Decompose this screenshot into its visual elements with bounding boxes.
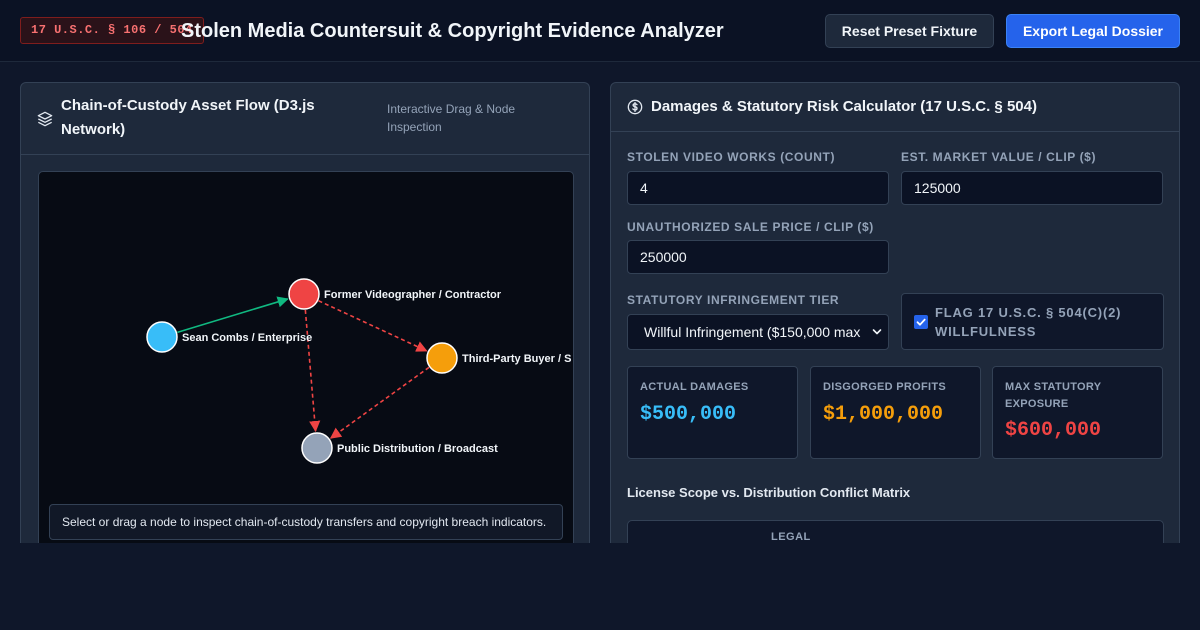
check-icon <box>916 318 926 326</box>
matrix-column-header: LEGAL <box>771 531 811 543</box>
works-count-input[interactable] <box>627 171 889 205</box>
node-circle-videographer[interactable] <box>288 278 320 310</box>
actual-damages-card: ACTUAL DAMAGES $500,000 <box>627 366 798 459</box>
damages-calculator-panel: Damages & Statutory Risk Calculator (17 … <box>610 82 1180 543</box>
conflict-matrix-title: License Scope vs. Distribution Conflict … <box>627 485 911 500</box>
node-circle-public[interactable] <box>301 432 333 464</box>
reset-preset-button[interactable]: Reset Preset Fixture <box>825 14 994 48</box>
damages-panel-title: Damages & Statutory Risk Calculator (17 … <box>651 98 1037 115</box>
edge-videographer-to-public <box>304 309 321 433</box>
node-label-combs: Sean Combs / Enterprise <box>182 332 312 344</box>
market-value-label: EST. MARKET VALUE / CLIP ($) <box>901 150 1097 164</box>
works-count-label: STOLEN VIDEO WORKS (COUNT) <box>627 150 836 164</box>
willfulness-flag-label: FLAG 17 U.S.C. § 504(C)(2) WILLFULNESS <box>935 305 1122 339</box>
damages-panel-header: Damages & Statutory Risk Calculator (17 … <box>611 83 1179 132</box>
willfulness-flag[interactable]: FLAG 17 U.S.C. § 504(C)(2) WILLFULNESS <box>901 293 1164 350</box>
actual-damages-value: $500,000 <box>640 403 737 426</box>
custody-panel-subtitle: Interactive Drag & Node Inspection <box>387 102 516 134</box>
node-circle-buyer[interactable] <box>426 342 458 374</box>
app-title: Stolen Media Countersuit & Copyright Evi… <box>181 20 724 42</box>
sale-price-input[interactable] <box>627 240 889 274</box>
node-label-buyer: Third-Party Buyer / S <box>462 353 571 365</box>
statute-badge: 17 U.S.C. § 106 / 504 <box>20 17 204 44</box>
node-combs[interactable]: Sean Combs / Enterprise <box>146 321 312 353</box>
network-graph-svg[interactable]: Sean Combs / Enterprise Former Videograph… <box>39 172 574 543</box>
dollar-circle-icon <box>627 99 643 115</box>
edge-videographer-to-buyer <box>318 300 428 352</box>
edge-buyer-to-public <box>329 366 430 439</box>
edge-combs-to-videographer <box>177 296 289 334</box>
max-statutory-exposure-card: MAX STATUTORY EXPOSURE $600,000 <box>992 366 1163 459</box>
node-buyer[interactable]: Third-Party Buyer / S <box>426 342 571 374</box>
node-circle-combs[interactable] <box>146 321 178 353</box>
sale-price-label: UNAUTHORIZED SALE PRICE / CLIP ($) <box>627 220 874 234</box>
infringement-tier-label: STATUTORY INFRINGEMENT TIER <box>627 293 840 307</box>
network-graph-canvas[interactable]: Sean Combs / Enterprise Former Videograph… <box>38 171 574 543</box>
node-inspector-hint: Select or drag a node to inspect chain-o… <box>49 504 563 540</box>
layers-icon <box>37 111 53 127</box>
willfulness-checkbox[interactable] <box>914 315 928 329</box>
max-statutory-exposure-value: $600,000 <box>1005 419 1102 442</box>
infringement-tier-select[interactable]: Willful Infringement ($150,000 max <box>627 314 889 350</box>
disgorged-profits-value: $1,000,000 <box>823 403 944 426</box>
custody-panel-title: Chain-of-Custody Asset Flow (D3.js Netwo… <box>61 97 315 138</box>
export-dossier-button[interactable]: Export Legal Dossier <box>1006 14 1180 48</box>
node-videographer[interactable]: Former Videographer / Contractor <box>288 278 502 310</box>
custody-panel-header: Chain-of-Custody Asset Flow (D3.js Netwo… <box>21 83 589 155</box>
disgorged-profits-card: DISGORGED PROFITS $1,000,000 <box>810 366 981 459</box>
disgorged-profits-label: DISGORGED PROFITS <box>823 381 947 393</box>
top-bar: 17 U.S.C. § 106 / 504 Stolen Media Count… <box>0 0 1200 62</box>
max-statutory-exposure-label: MAX STATUTORY EXPOSURE <box>1005 381 1102 410</box>
custody-flow-panel: Chain-of-Custody Asset Flow (D3.js Netwo… <box>20 82 590 543</box>
conflict-matrix-table: LEGAL <box>627 520 1164 543</box>
node-label-public: Public Distribution / Broadcast <box>337 443 498 455</box>
actual-damages-label: ACTUAL DAMAGES <box>640 381 749 393</box>
chevron-down-icon <box>872 329 882 335</box>
node-label-videographer: Former Videographer / Contractor <box>324 289 502 301</box>
market-value-input[interactable] <box>901 171 1163 205</box>
